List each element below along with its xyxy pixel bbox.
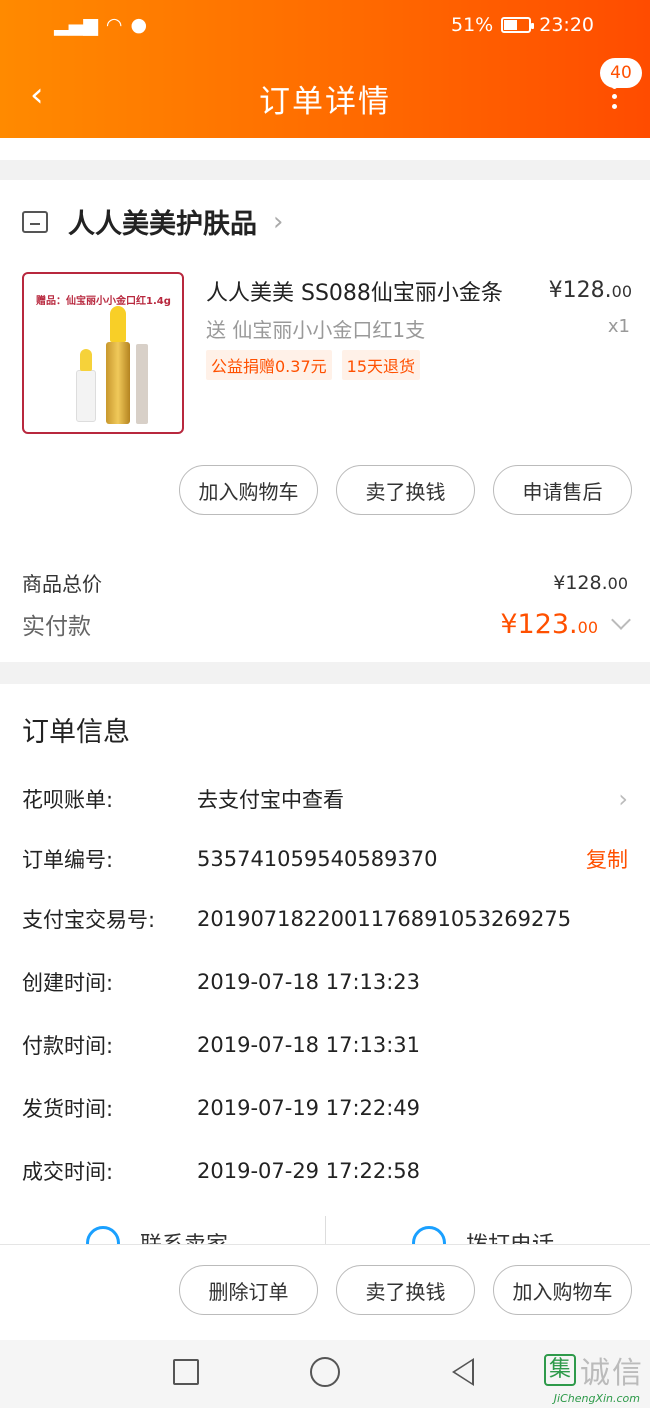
bottom-action-bar: 删除订单 卖了换钱 加入购物车 — [0, 1244, 650, 1340]
order-info-title: 订单信息 — [22, 717, 130, 748]
watermark-text: 诚信 — [580, 1356, 644, 1391]
shop-link[interactable]: 人人美美护肤品 › — [22, 202, 283, 241]
battery-icon — [501, 17, 535, 33]
shipped-time-row: 发货时间: 2019-07-19 17:22:49 — [22, 1096, 421, 1121]
total-price-row: 商品总价 ¥128.00 — [22, 568, 628, 597]
product-image-caption: 赠品：仙宝丽小小金口红1.4g — [36, 296, 171, 307]
product-quantity: x1 — [607, 316, 630, 337]
resell-button[interactable]: 卖了换钱 — [336, 465, 475, 515]
page-title: 订单详情 — [259, 84, 391, 120]
chevron-down-icon[interactable] — [611, 610, 631, 630]
more-vert-icon[interactable] — [608, 84, 620, 114]
product-tags: 公益捐赠0.37元 15天退货 — [206, 350, 421, 380]
product-title[interactable]: 人人美美 SS088仙宝丽小金条 — [206, 275, 503, 307]
paid-amount-value: ¥123.00 — [500, 608, 598, 640]
created-time-row: 创建时间: 2019-07-18 17:13:23 — [22, 970, 421, 995]
order-info-card: 订单信息 花呗账单: 去支付宝中查看 › 订单编号: 5357410595405… — [0, 684, 650, 1250]
alipay-trade-row: 支付宝交易号: 2019071822001176891053269275 — [22, 907, 572, 932]
signal-icon: ▂▄▆ — [54, 14, 98, 36]
spacer-card — [0, 138, 650, 160]
watermark-url: JiChengXin.com — [553, 1392, 640, 1405]
return-policy-tag: 15天退货 — [341, 350, 421, 380]
product-gift: 送 仙宝丽小小金口红1支 — [206, 318, 426, 342]
charity-tag: 公益捐赠0.37元 — [206, 350, 332, 380]
copy-button[interactable]: 复制 — [586, 844, 628, 874]
total-price-value: ¥128.00 — [553, 571, 628, 594]
paid-amount-label: 实付款 — [22, 614, 91, 640]
watermark: 集 诚信 JiChengXin.com — [544, 1348, 644, 1405]
message-count-badge[interactable]: 40 — [600, 58, 642, 88]
wifi-icon: ◠ — [105, 14, 123, 36]
delete-order-button[interactable]: 删除订单 — [179, 1265, 318, 1315]
shop-card: 人人美美护肤品 › 赠品：仙宝丽小小金口红1.4g 人人美美 SS088仙宝丽小… — [0, 180, 650, 662]
chevron-right-icon: › — [618, 785, 628, 813]
paid-time-row: 付款时间: 2019-07-18 17:13:31 — [22, 1033, 421, 1058]
home-icon[interactable] — [310, 1357, 340, 1387]
recents-icon[interactable] — [173, 1359, 199, 1385]
total-price-label: 商品总价 — [22, 572, 102, 596]
add-to-cart-button-bottom[interactable]: 加入购物车 — [493, 1265, 632, 1315]
watermark-logo: 集 — [544, 1354, 576, 1386]
resell-button-bottom[interactable]: 卖了换钱 — [336, 1265, 475, 1315]
clock: 23:20 — [539, 14, 594, 36]
shop-name: 人人美美护肤品 — [68, 209, 257, 240]
chevron-right-icon: › — [273, 206, 284, 237]
system-nav-bar: 集 诚信 JiChengXin.com — [0, 1340, 650, 1408]
huabei-bill-row[interactable]: 花呗账单: 去支付宝中查看 › — [22, 784, 628, 814]
back-nav-icon[interactable] — [452, 1358, 474, 1386]
after-sales-button[interactable]: 申请售后 — [493, 465, 632, 515]
store-icon — [22, 210, 48, 233]
product-image[interactable]: 赠品：仙宝丽小小金口红1.4g — [22, 272, 184, 434]
add-to-cart-button[interactable]: 加入购物车 — [179, 465, 318, 515]
item-actions: 加入购物车 卖了换钱 申请售后 — [179, 465, 632, 515]
paid-amount-row[interactable]: 实付款 ¥123.00 — [22, 607, 631, 641]
product-price: ¥128.00 — [548, 278, 632, 303]
app-header: ▂▄▆ ◠ ● 51% 23:20 ‹ 订单详情 40 — [0, 0, 650, 138]
status-bar: ▂▄▆ ◠ ● 51% 23:20 — [0, 12, 650, 42]
qq-icon: ● — [130, 14, 148, 36]
battery-percent: 51% — [451, 14, 494, 36]
completed-time-row: 成交时间: 2019-07-29 17:22:58 — [22, 1159, 421, 1184]
order-number-row: 订单编号: 535741059540589370 复制 — [22, 844, 628, 874]
